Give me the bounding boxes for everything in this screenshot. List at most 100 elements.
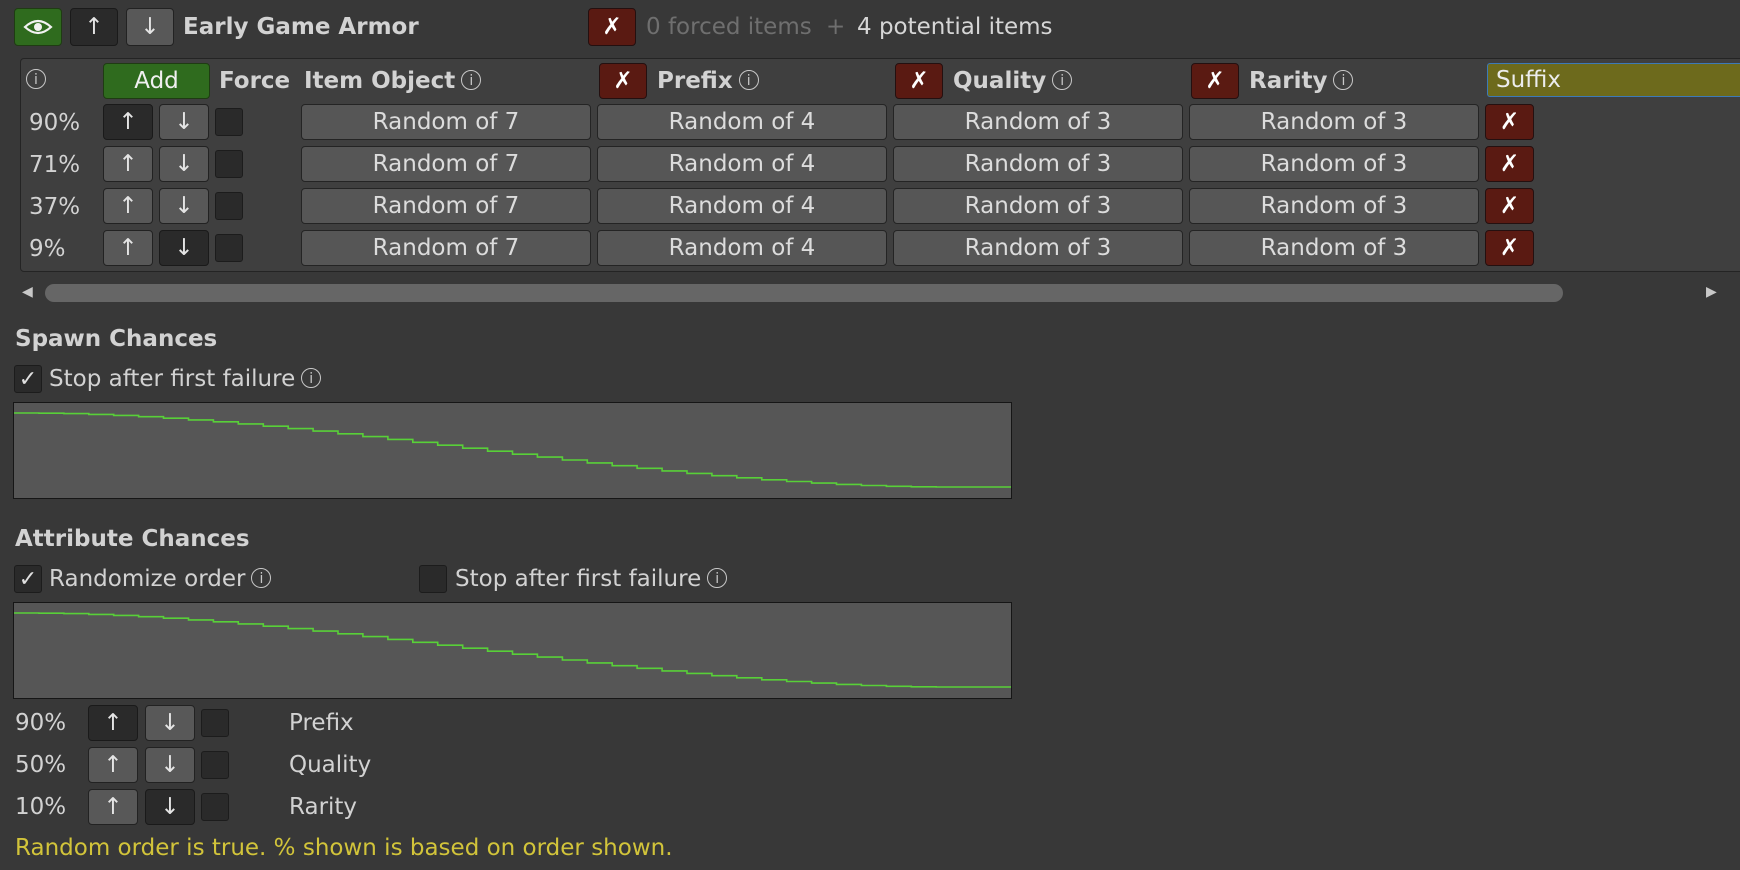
table-title: Early Game Armor <box>183 14 419 40</box>
suffix-column-name-input[interactable] <box>1487 63 1740 97</box>
row-item-object-cell[interactable]: Random of 7 <box>301 188 591 224</box>
info-icon: i <box>301 367 322 388</box>
attribute-move-down-button[interactable]: ↓ <box>145 747 195 783</box>
clear-forced-button[interactable]: ✗ <box>588 8 636 46</box>
arrow-up-icon: ↑ <box>118 108 138 135</box>
arrow-up-icon: ↑ <box>118 150 138 177</box>
attribute-move-up-button[interactable]: ↑ <box>88 789 138 825</box>
remove-icon: ✗ <box>613 67 633 94</box>
row-percent: 9% <box>29 236 66 262</box>
attribute-move-up-button[interactable]: ↑ <box>88 705 138 741</box>
remove-icon: ✗ <box>1499 150 1520 177</box>
remove-rarity-column-button[interactable]: ✗ <box>1191 63 1239 99</box>
attribute-name: Prefix <box>289 710 354 736</box>
attribute-chances-title: Attribute Chances <box>15 526 250 552</box>
randomize-order-label: Randomize order i <box>49 565 272 593</box>
random-order-note: Random order is true. % shown is based o… <box>15 835 673 861</box>
attribute-checkbox[interactable] <box>201 751 229 779</box>
row-item-object-cell[interactable]: Random of 7 <box>301 104 591 140</box>
horizontal-scrollbar-thumb[interactable] <box>45 284 1563 302</box>
move-up-button[interactable]: ↑ <box>70 8 118 46</box>
spawn-stop-after-failure-label: Stop after first failure i <box>49 365 322 393</box>
row-remove-button[interactable]: ✗ <box>1485 188 1534 224</box>
quality-column-header: Quality i <box>953 67 1073 95</box>
row-prefix-cell[interactable]: Random of 4 <box>597 104 887 140</box>
row-move-up-button[interactable]: ↑ <box>103 146 153 182</box>
row-rarity-cell[interactable]: Random of 3 <box>1189 230 1479 266</box>
attribute-move-down-button[interactable]: ↓ <box>145 789 195 825</box>
arrow-down-icon: ↓ <box>140 13 160 40</box>
remove-icon: ✗ <box>1499 234 1520 261</box>
info-icon: i <box>707 567 728 588</box>
remove-prefix-column-button[interactable]: ✗ <box>599 63 647 99</box>
row-quality-cell[interactable]: Random of 3 <box>893 104 1183 140</box>
row-move-up-button[interactable]: ↑ <box>103 188 153 224</box>
attribute-percent: 90% <box>15 710 67 736</box>
row-force-checkbox[interactable] <box>215 150 243 178</box>
visibility-toggle-button[interactable] <box>14 8 62 46</box>
row-rarity-cell[interactable]: Random of 3 <box>1189 146 1479 182</box>
scroll-left-arrow-icon[interactable]: ◀ <box>22 278 33 306</box>
item-object-column-header: Item Object i <box>304 67 482 95</box>
row-quality-cell[interactable]: Random of 3 <box>893 188 1183 224</box>
info-icon: i <box>1333 69 1354 90</box>
row-quality-cell[interactable]: Random of 3 <box>893 230 1183 266</box>
table-info-icon: i <box>26 66 46 94</box>
spawn-chances-graph <box>13 402 1012 499</box>
attribute-stop-after-failure-checkbox[interactable] <box>419 565 447 593</box>
arrow-down-icon: ↓ <box>174 150 194 177</box>
row-percent: 71% <box>29 152 81 178</box>
attribute-checkbox[interactable] <box>201 793 229 821</box>
row-move-down-button[interactable]: ↓ <box>159 188 209 224</box>
row-percent: 90% <box>29 110 81 136</box>
row-rarity-cell[interactable]: Random of 3 <box>1189 104 1479 140</box>
arrow-up-icon: ↑ <box>84 13 104 40</box>
attribute-name: Rarity <box>289 794 358 820</box>
row-prefix-cell[interactable]: Random of 4 <box>597 146 887 182</box>
attribute-checkbox[interactable] <box>201 709 229 737</box>
row-move-down-button[interactable]: ↓ <box>159 104 209 140</box>
row-quality-cell[interactable]: Random of 3 <box>893 146 1183 182</box>
prefix-column-header: Prefix i <box>657 67 759 95</box>
attribute-move-up-button[interactable]: ↑ <box>88 747 138 783</box>
remove-icon: ✗ <box>1499 192 1520 219</box>
row-remove-button[interactable]: ✗ <box>1485 146 1534 182</box>
add-item-button[interactable]: Add <box>103 63 210 99</box>
arrow-up-icon: ↑ <box>103 709 123 736</box>
attribute-percent: 50% <box>15 752 67 778</box>
row-remove-button[interactable]: ✗ <box>1485 230 1534 266</box>
attribute-chances-graph <box>13 602 1012 699</box>
row-force-checkbox[interactable] <box>215 192 243 220</box>
attribute-stop-after-failure-label: Stop after first failure i <box>455 565 728 593</box>
eye-icon <box>23 19 53 35</box>
row-item-object-cell[interactable]: Random of 7 <box>301 230 591 266</box>
row-move-up-button[interactable]: ↑ <box>103 230 153 266</box>
row-force-checkbox[interactable] <box>215 234 243 262</box>
randomize-order-checkbox[interactable]: ✓ <box>14 565 42 593</box>
row-prefix-cell[interactable]: Random of 4 <box>597 188 887 224</box>
info-icon: i <box>461 69 482 90</box>
remove-icon: ✗ <box>1205 67 1225 94</box>
row-item-object-cell[interactable]: Random of 7 <box>301 146 591 182</box>
row-move-up-button[interactable]: ↑ <box>103 104 153 140</box>
row-prefix-cell[interactable]: Random of 4 <box>597 230 887 266</box>
row-move-down-button[interactable]: ↓ <box>159 230 209 266</box>
move-down-button[interactable]: ↓ <box>126 8 174 46</box>
row-remove-button[interactable]: ✗ <box>1485 104 1534 140</box>
row-percent: 37% <box>29 194 81 220</box>
spawn-stop-after-failure-checkbox[interactable]: ✓ <box>14 365 42 393</box>
remove-quality-column-button[interactable]: ✗ <box>895 63 943 99</box>
arrow-down-icon: ↓ <box>160 793 180 820</box>
arrow-up-icon: ↑ <box>103 751 123 778</box>
scroll-right-arrow-icon[interactable]: ▶ <box>1706 278 1717 306</box>
forced-items-count: 0 forced items <box>646 14 812 40</box>
remove-icon: ✗ <box>909 67 929 94</box>
spawn-chances-title: Spawn Chances <box>15 326 218 352</box>
attribute-move-down-button[interactable]: ↓ <box>145 705 195 741</box>
row-force-checkbox[interactable] <box>215 108 243 136</box>
potential-items-count: 4 potential items <box>857 14 1053 40</box>
row-move-down-button[interactable]: ↓ <box>159 146 209 182</box>
row-rarity-cell[interactable]: Random of 3 <box>1189 188 1479 224</box>
remove-icon: ✗ <box>1499 108 1520 135</box>
plus-separator: + <box>826 14 846 40</box>
